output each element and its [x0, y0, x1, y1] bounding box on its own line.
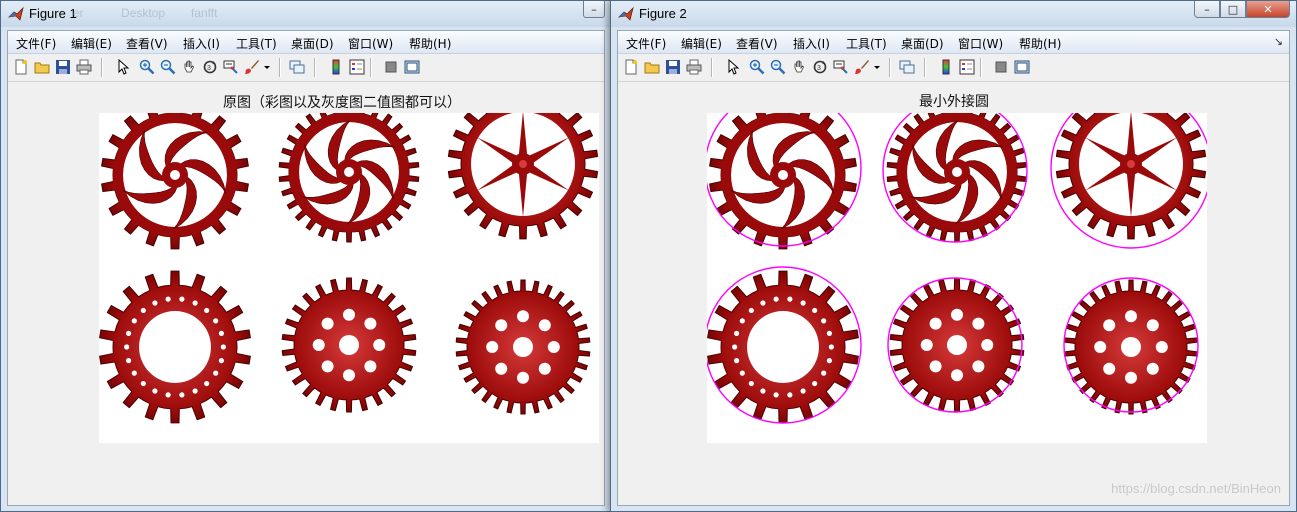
window-title: Figure 2 [639, 6, 687, 21]
figure-1-window: Figure 1 er Desktop fanfft – 文件(F) 编辑(E)… [0, 0, 612, 512]
image-axes[interactable] [99, 113, 599, 443]
matlab-logo-icon [8, 6, 24, 21]
link-plot-icon[interactable] [898, 58, 916, 76]
close-button[interactable]: ✕ [1246, 1, 1290, 18]
figure-2-window: Figure 2 – □ ✕ 文件(F) 编辑(E) 查看(V) 插入(I) 工… [610, 0, 1297, 512]
title-bar[interactable]: Figure 2 – □ ✕ [611, 1, 1296, 27]
zoom-out-icon[interactable] [159, 58, 177, 76]
menu-help[interactable]: 帮助(H) [1019, 35, 1061, 52]
menu-help[interactable]: 帮助(H) [409, 35, 451, 52]
menu-file[interactable]: 文件(F) [16, 35, 56, 52]
show-plot-tools-icon[interactable] [1013, 58, 1031, 76]
brush-icon[interactable] [243, 58, 261, 76]
menu-window[interactable]: 窗口(W) [348, 35, 393, 52]
toolbar-separator [370, 58, 372, 77]
colorbar-icon[interactable] [327, 58, 345, 76]
gear-spiral [101, 113, 249, 250]
print-icon[interactable] [685, 58, 703, 76]
figure-client-area: 文件(F) 编辑(E) 查看(V) 插入(I) 工具(T) 桌面(D) 窗口(W… [617, 30, 1290, 506]
ghost-path-2: Desktop [121, 6, 166, 20]
menu-tools[interactable]: 工具(T) [236, 35, 277, 52]
toolbar-separator [711, 58, 713, 77]
gear-dots [455, 279, 591, 415]
gear-dots [281, 277, 417, 413]
gear-ring [99, 270, 251, 424]
link-plot-icon[interactable] [288, 58, 306, 76]
open-file-icon[interactable] [33, 58, 51, 76]
new-figure-icon[interactable] [622, 58, 640, 76]
zoom-in-icon[interactable] [748, 58, 766, 76]
gear-spiral [709, 113, 857, 250]
plot-title: 最小外接圆 [919, 94, 989, 110]
gear-ring [707, 270, 859, 424]
watermark: https://blog.csdn.net/BinHeon [1111, 481, 1281, 496]
maximize-button[interactable]: □ [1220, 1, 1246, 18]
hide-plot-tools-icon[interactable] [992, 58, 1010, 76]
hide-plot-tools-icon[interactable] [382, 58, 400, 76]
rotate-3d-icon[interactable]: 3 [201, 58, 219, 76]
image-axes[interactable] [707, 113, 1207, 443]
toolbar-separator [889, 58, 891, 77]
menu-edit[interactable]: 编辑(E) [71, 35, 112, 52]
legend-icon[interactable] [348, 58, 366, 76]
select-arrow-icon[interactable] [114, 58, 132, 76]
toolbar-separator [314, 58, 316, 77]
pan-icon[interactable] [790, 58, 808, 76]
colorbar-icon[interactable] [937, 58, 955, 76]
toolbar-separator [924, 58, 926, 77]
select-arrow-icon[interactable] [724, 58, 742, 76]
menu-tools[interactable]: 工具(T) [846, 35, 887, 52]
title-bar[interactable]: Figure 1 er Desktop fanfft – [1, 1, 611, 27]
menu-view[interactable]: 查看(V) [126, 35, 168, 52]
menu-desktop[interactable]: 桌面(D) [291, 35, 334, 52]
menu-desktop[interactable]: 桌面(D) [901, 35, 944, 52]
menu-view[interactable]: 查看(V) [736, 35, 778, 52]
zoom-in-icon[interactable] [138, 58, 156, 76]
legend-icon[interactable] [958, 58, 976, 76]
toolbar-separator [101, 58, 103, 77]
print-icon[interactable] [75, 58, 93, 76]
gear-image [99, 113, 599, 424]
figure-client-area: 文件(F) 编辑(E) 查看(V) 插入(I) 工具(T) 桌面(D) 窗口(W… [7, 30, 605, 506]
menu-file[interactable]: 文件(F) [626, 35, 666, 52]
menu-insert[interactable]: 插入(I) [793, 35, 830, 52]
svg-text:3: 3 [207, 65, 211, 72]
zoom-out-icon[interactable] [769, 58, 787, 76]
brush-icon[interactable] [853, 58, 871, 76]
new-figure-icon[interactable] [12, 58, 30, 76]
menu-bar: 文件(F) 编辑(E) 查看(V) 插入(I) 工具(T) 桌面(D) 窗口(W… [8, 31, 604, 54]
gear-spiral2 [278, 113, 420, 243]
brush-dropdown-icon[interactable] [263, 58, 271, 76]
gear-spoke [1055, 113, 1207, 240]
pan-icon[interactable] [180, 58, 198, 76]
menu-window[interactable]: 窗口(W) [958, 35, 1003, 52]
brush-dropdown-icon[interactable] [873, 58, 881, 76]
gear-image-with-circles [707, 113, 1207, 424]
data-cursor-icon[interactable] [222, 58, 240, 76]
plot-title: 原图（彩图以及灰度图二值图都可以） [223, 95, 461, 111]
menu-insert[interactable]: 插入(I) [183, 35, 220, 52]
show-plot-tools-icon[interactable] [403, 58, 421, 76]
open-file-icon[interactable] [643, 58, 661, 76]
figure-toolbar: 3 [8, 54, 604, 82]
ghost-path-3: fanfft [191, 6, 218, 20]
gear-spiral2 [886, 113, 1028, 243]
menu-bar: 文件(F) 编辑(E) 查看(V) 插入(I) 工具(T) 桌面(D) 窗口(W… [618, 31, 1289, 54]
matlab-logo-icon [618, 6, 634, 21]
window-title: Figure 1 [29, 6, 77, 21]
save-icon[interactable] [54, 58, 72, 76]
toolbar-separator [980, 58, 982, 77]
minimize-button[interactable]: – [1194, 1, 1220, 18]
minimize-button[interactable]: – [583, 1, 605, 18]
gear-spoke [447, 113, 599, 240]
figure-toolbar: 3 [618, 54, 1289, 82]
menu-overflow-icon[interactable]: ↘ [1274, 35, 1283, 48]
ghost-path-1: er [73, 6, 84, 20]
save-icon[interactable] [664, 58, 682, 76]
rotate-3d-icon[interactable]: 3 [811, 58, 829, 76]
svg-text:3: 3 [817, 65, 821, 72]
toolbar-separator [279, 58, 281, 77]
data-cursor-icon[interactable] [832, 58, 850, 76]
menu-edit[interactable]: 编辑(E) [681, 35, 722, 52]
